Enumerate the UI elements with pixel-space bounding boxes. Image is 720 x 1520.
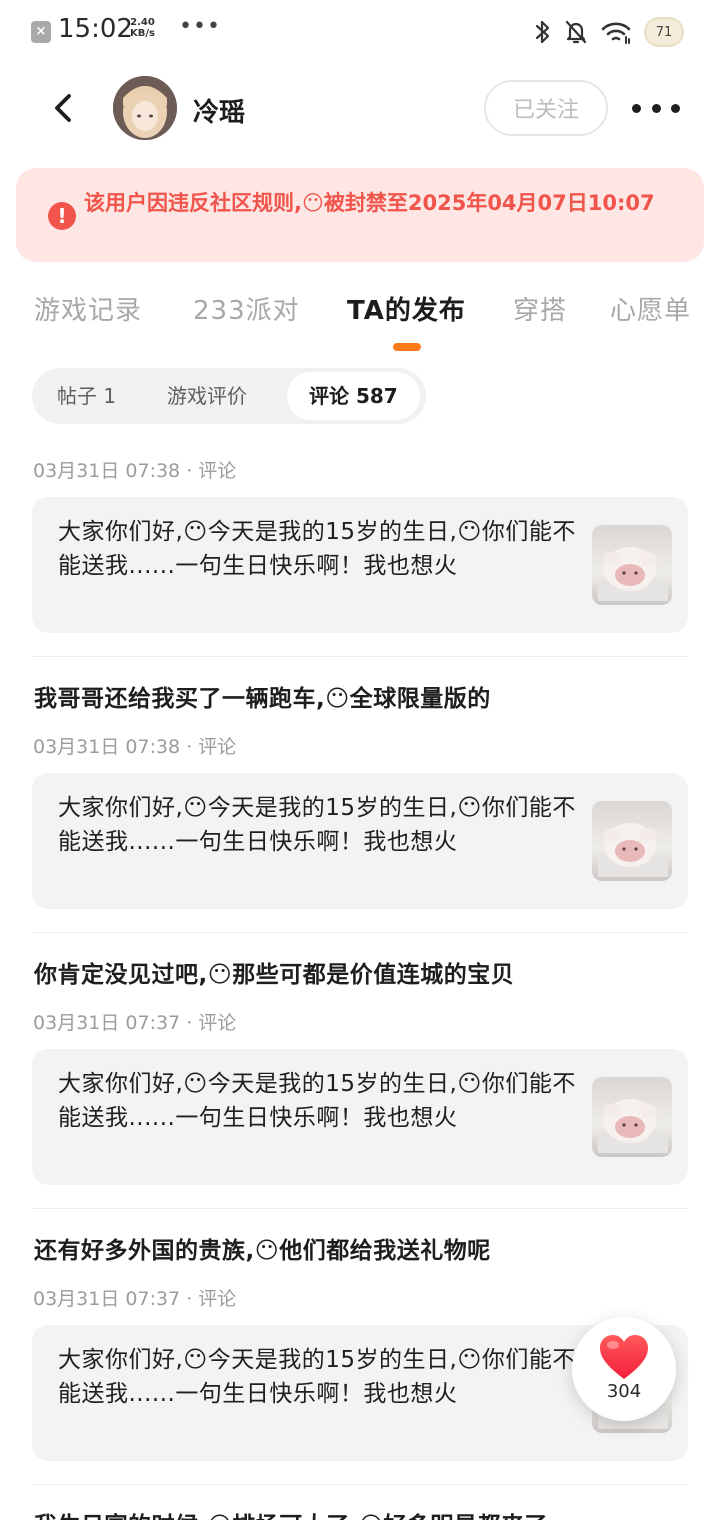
- back-arrow-icon[interactable]: [44, 88, 84, 128]
- avatar-image: [113, 76, 177, 140]
- comment-meta: 03月31日 07:38 · 评论: [33, 736, 237, 758]
- post-thumbnail: [592, 801, 672, 881]
- original-post-card[interactable]: 大家你们好,😶今天是我的15岁的生日,😶你们能不能送我......一句生日快乐啊…: [32, 1049, 688, 1185]
- divider: [32, 656, 688, 657]
- like-button[interactable]: 304: [572, 1317, 676, 1421]
- more-options-icon[interactable]: [632, 92, 680, 124]
- original-post-text: 大家你们好,😶今天是我的15岁的生日,😶你们能不能送我......一句生日快乐啊…: [58, 1347, 576, 1407]
- status-more-icon: •••: [179, 14, 221, 39]
- tab-ta-posts[interactable]: TA的发布: [347, 290, 466, 327]
- status-bar: × 15:02 2.40 KB/s ••• 71: [0, 0, 720, 64]
- follow-button[interactable]: 已关注: [484, 80, 608, 136]
- original-post-text: 大家你们好,😶今天是我的15岁的生日,😶你们能不能送我......一句生日快乐啊…: [58, 1071, 576, 1131]
- tab-wishlist[interactable]: 心愿单: [610, 290, 691, 327]
- status-icons: 71: [534, 16, 684, 48]
- comment-meta: 03月31日 07:37 · 评论: [33, 1012, 237, 1034]
- divider: [32, 932, 688, 933]
- divider: [32, 1484, 688, 1485]
- heart-icon: [600, 1335, 648, 1379]
- sheep-plush-image: [598, 823, 668, 877]
- bluetooth-icon: [535, 20, 550, 44]
- sheep-plush-image: [598, 1099, 668, 1153]
- like-count: 304: [606, 1381, 642, 1402]
- status-time: 15:02: [58, 14, 133, 44]
- ban-notice-text: 该用户因违反社区规则,😶被封禁至2025年04月07日10:07: [84, 191, 655, 215]
- network-speed: 2.40 KB/s: [130, 17, 155, 39]
- original-post-text: 大家你们好,😶今天是我的15岁的生日,😶你们能不能送我......一句生日快乐啊…: [58, 519, 576, 579]
- bell-muted-icon: [565, 20, 587, 44]
- wifi-icon: [601, 22, 631, 44]
- active-tab-indicator: [393, 343, 421, 351]
- divider: [32, 1208, 688, 1209]
- original-post-card[interactable]: 大家你们好,😶今天是我的15岁的生日,😶你们能不能送我......一句生日快乐啊…: [32, 773, 688, 909]
- comment-text[interactable]: 我哥哥还给我买了一辆跑车,😶全球限量版的: [34, 679, 491, 713]
- comment-meta: 03月31日 07:37 · 评论: [33, 1288, 237, 1310]
- subtab-game-reviews[interactable]: 游戏评价: [167, 368, 247, 424]
- subtab-group: 帖子 1 游戏评价 评论 587: [32, 368, 426, 424]
- subtab-posts[interactable]: 帖子 1: [57, 368, 116, 424]
- subtab-comments[interactable]: 评论 587: [287, 372, 420, 420]
- post-thumbnail: [592, 1077, 672, 1157]
- avatar[interactable]: [113, 76, 177, 140]
- original-post-text: 大家你们好,😶今天是我的15岁的生日,😶你们能不能送我......一句生日快乐啊…: [58, 795, 576, 855]
- tab-game-records[interactable]: 游戏记录: [34, 290, 142, 327]
- tab-outfits[interactable]: 穿搭: [513, 290, 567, 327]
- post-thumbnail: [592, 525, 672, 605]
- profile-tabs: 游戏记录 233派对 TA的发布 穿搭 心愿单: [0, 290, 720, 330]
- comment-text[interactable]: 你肯定没见过吧,😶那些可都是价值连城的宝贝: [34, 955, 514, 989]
- comment-text[interactable]: 还有好多外国的贵族,😶他们都给我送礼物呢: [34, 1231, 491, 1265]
- comment-meta: 03月31日 07:38 · 评论: [33, 460, 237, 482]
- warning-icon: !: [48, 202, 76, 230]
- username: 冷瑶: [193, 98, 246, 128]
- ban-notice: ! 该用户因违反社区规则,😶被封禁至2025年04月07日10:07: [16, 168, 704, 262]
- original-post-card[interactable]: 大家你们好,😶今天是我的15岁的生日,😶你们能不能送我......一句生日快乐啊…: [32, 497, 688, 633]
- notification-close-icon: ×: [31, 21, 51, 43]
- sheep-plush-image: [598, 547, 668, 601]
- tab-233-party[interactable]: 233派对: [193, 290, 300, 327]
- comment-text[interactable]: 我生日宴的时候,😶排场可大了,😶好多明星都来了: [34, 1506, 548, 1520]
- network-speed-unit: KB/s: [130, 28, 155, 39]
- network-speed-value: 2.40: [130, 17, 155, 28]
- battery-indicator: 71: [644, 17, 684, 47]
